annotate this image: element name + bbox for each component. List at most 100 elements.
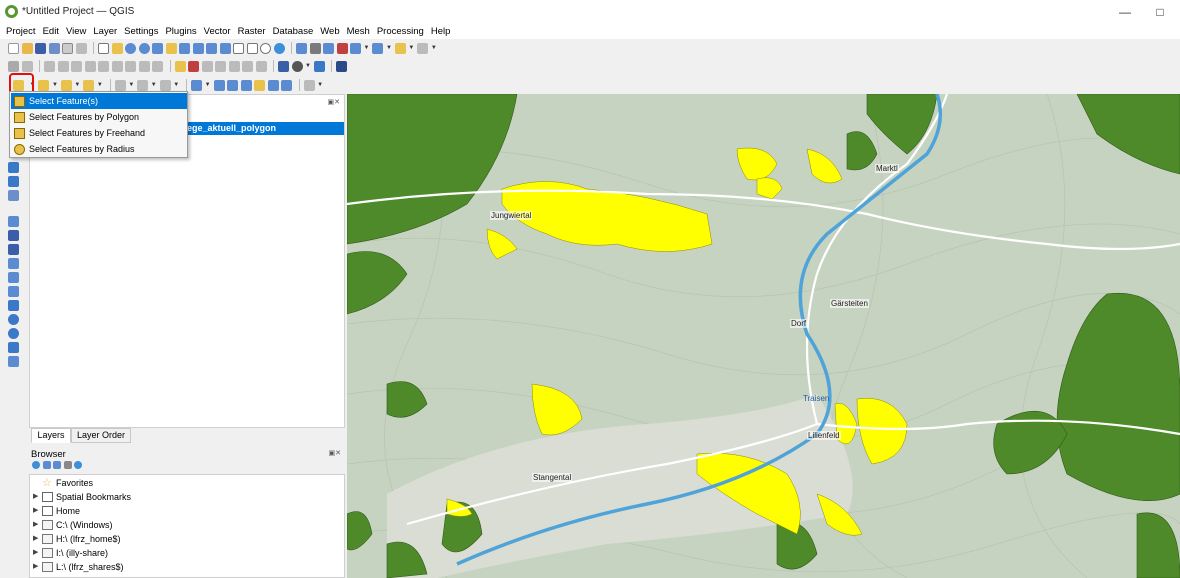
- add-xyz-icon[interactable]: [8, 342, 19, 353]
- expand-arrow-icon[interactable]: ▶: [33, 506, 38, 514]
- browser-close-icon[interactable]: ▣✕: [329, 449, 341, 457]
- tracing-icon[interactable]: [240, 79, 252, 91]
- browser-collapse-icon[interactable]: [63, 461, 72, 469]
- zoom-full-icon[interactable]: [152, 42, 163, 54]
- temporal-controller-icon[interactable]: [260, 42, 271, 54]
- menu-vector[interactable]: Vector: [204, 24, 231, 39]
- label-rotate-icon[interactable]: [228, 60, 240, 72]
- menu-web[interactable]: Web: [320, 24, 339, 39]
- browser-properties-icon[interactable]: [74, 461, 82, 469]
- advanced-digitize-icon[interactable]: [213, 79, 225, 91]
- menu-mesh[interactable]: Mesh: [347, 24, 370, 39]
- shape-digitize-icon[interactable]: [254, 79, 266, 91]
- zoom-selection-icon[interactable]: [165, 42, 177, 54]
- browser-item-home[interactable]: ▶ Home: [30, 504, 344, 518]
- add-postgis-icon[interactable]: [8, 230, 19, 241]
- add-wcs-icon[interactable]: [8, 314, 19, 325]
- label-tool-icon[interactable]: [174, 60, 186, 72]
- zoom-next-icon[interactable]: [219, 42, 231, 54]
- field-calculator-icon[interactable]: [114, 79, 126, 91]
- help-icon[interactable]: [336, 60, 348, 72]
- browser-item-drive-h[interactable]: ▶ H:\ (lfrz_home$): [30, 532, 344, 546]
- browser-item-drive-c[interactable]: ▶ C:\ (Windows): [30, 518, 344, 532]
- current-edits-icon[interactable]: [8, 60, 19, 72]
- browser-funnel-icon[interactable]: [53, 461, 61, 469]
- toggle-editing-icon[interactable]: [21, 60, 33, 72]
- open-project-icon[interactable]: [21, 42, 33, 54]
- identify-icon[interactable]: [296, 42, 307, 54]
- layout-manager-icon[interactable]: [75, 42, 87, 54]
- menu-edit[interactable]: Edit: [43, 24, 59, 39]
- zoom-out-icon[interactable]: [138, 42, 150, 54]
- tab-layers[interactable]: Layers: [31, 428, 71, 443]
- diagram-move-icon[interactable]: [255, 60, 267, 72]
- statistics-sigma-icon[interactable]: [336, 42, 348, 54]
- add-mssql-icon[interactable]: [8, 244, 19, 255]
- pan-to-selection-icon[interactable]: [111, 42, 123, 54]
- select-by-location-icon[interactable]: [83, 79, 95, 91]
- add-gpx-icon[interactable]: [8, 286, 19, 297]
- menu-view[interactable]: View: [66, 24, 86, 39]
- label-move-icon[interactable]: [215, 60, 226, 72]
- menu-settings[interactable]: Settings: [124, 24, 158, 39]
- save-edits-icon[interactable]: [44, 60, 55, 72]
- undo-icon[interactable]: [138, 60, 150, 72]
- pan-icon[interactable]: [98, 42, 109, 54]
- menu-item-select-by-radius[interactable]: Select Features by Radius: [11, 141, 187, 157]
- reshape-icon[interactable]: [281, 79, 293, 91]
- add-wms-icon[interactable]: [8, 162, 19, 173]
- python-console-icon[interactable]: [313, 60, 325, 72]
- measure-icon[interactable]: [350, 42, 361, 54]
- georeferencer-icon[interactable]: [291, 60, 303, 72]
- new-3d-view-icon[interactable]: [246, 42, 258, 54]
- redo-icon[interactable]: [152, 60, 163, 72]
- menu-item-select-by-polygon[interactable]: Select Features by Polygon: [11, 109, 187, 125]
- menu-project[interactable]: Project: [6, 24, 36, 39]
- menu-plugins[interactable]: Plugins: [165, 24, 196, 39]
- expand-arrow-icon[interactable]: ▶: [33, 534, 38, 542]
- add-raster-icon[interactable]: [8, 176, 19, 187]
- expand-arrow-icon[interactable]: ▶: [33, 520, 38, 528]
- offset-curve-icon[interactable]: [267, 79, 279, 91]
- new-map-view-icon[interactable]: [233, 42, 244, 54]
- maximize-button[interactable]: □: [1145, 2, 1175, 22]
- add-arcgis-icon[interactable]: [8, 328, 19, 339]
- save-as-icon[interactable]: [48, 42, 60, 54]
- menu-item-select-features[interactable]: Select Feature(s): [11, 93, 187, 109]
- tab-layer-order[interactable]: Layer Order: [71, 428, 131, 443]
- zoom-layer-icon[interactable]: [179, 42, 190, 54]
- browser-item-drive-i[interactable]: ▶ I:\ (illy-share): [30, 546, 344, 560]
- copy-features-icon[interactable]: [111, 60, 123, 72]
- menu-help[interactable]: Help: [431, 24, 451, 39]
- add-delimited-text-icon[interactable]: [8, 272, 19, 283]
- menu-item-select-by-freehand[interactable]: Select Features by Freehand: [11, 125, 187, 141]
- map-canvas[interactable]: Jungwiertal Dorf Gärsteiten Lilienfeld S…: [347, 94, 1180, 578]
- new-layer-icon[interactable]: [8, 356, 19, 367]
- menu-processing[interactable]: Processing: [377, 24, 424, 39]
- add-spatialite-icon[interactable]: [8, 190, 19, 201]
- select-by-value-icon[interactable]: [38, 79, 50, 91]
- label-show-icon[interactable]: [201, 60, 213, 72]
- zoom-in-icon[interactable]: [125, 42, 136, 54]
- browser-item-favorites[interactable]: ☆ Favorites: [30, 476, 344, 490]
- annotation-icon[interactable]: [394, 42, 406, 54]
- browser-filter-icon[interactable]: [42, 461, 51, 469]
- paste-features-icon[interactable]: [125, 60, 136, 72]
- new-project-icon[interactable]: [8, 42, 19, 54]
- panel-close-icon[interactable]: ▣✕: [328, 98, 340, 106]
- browser-item-drive-l[interactable]: ▶ L:\ (lfrz_shares$): [30, 560, 344, 574]
- label-change-icon[interactable]: [242, 60, 253, 72]
- expand-arrow-icon[interactable]: ▶: [33, 548, 38, 556]
- menu-database[interactable]: Database: [273, 24, 314, 39]
- label-pin-icon[interactable]: [188, 60, 199, 72]
- browser-refresh-icon[interactable]: [32, 461, 40, 469]
- menu-layer[interactable]: Layer: [93, 24, 117, 39]
- deselect-icon[interactable]: [60, 79, 72, 91]
- snapping-icon[interactable]: [191, 79, 203, 91]
- expand-arrow-icon[interactable]: ▶: [33, 492, 38, 500]
- minimize-button[interactable]: —: [1110, 2, 1140, 22]
- add-vector-icon[interactable]: [8, 216, 19, 227]
- add-wfs-icon[interactable]: [8, 300, 19, 311]
- measure-line-icon[interactable]: [159, 79, 171, 91]
- actions-icon[interactable]: [137, 79, 149, 91]
